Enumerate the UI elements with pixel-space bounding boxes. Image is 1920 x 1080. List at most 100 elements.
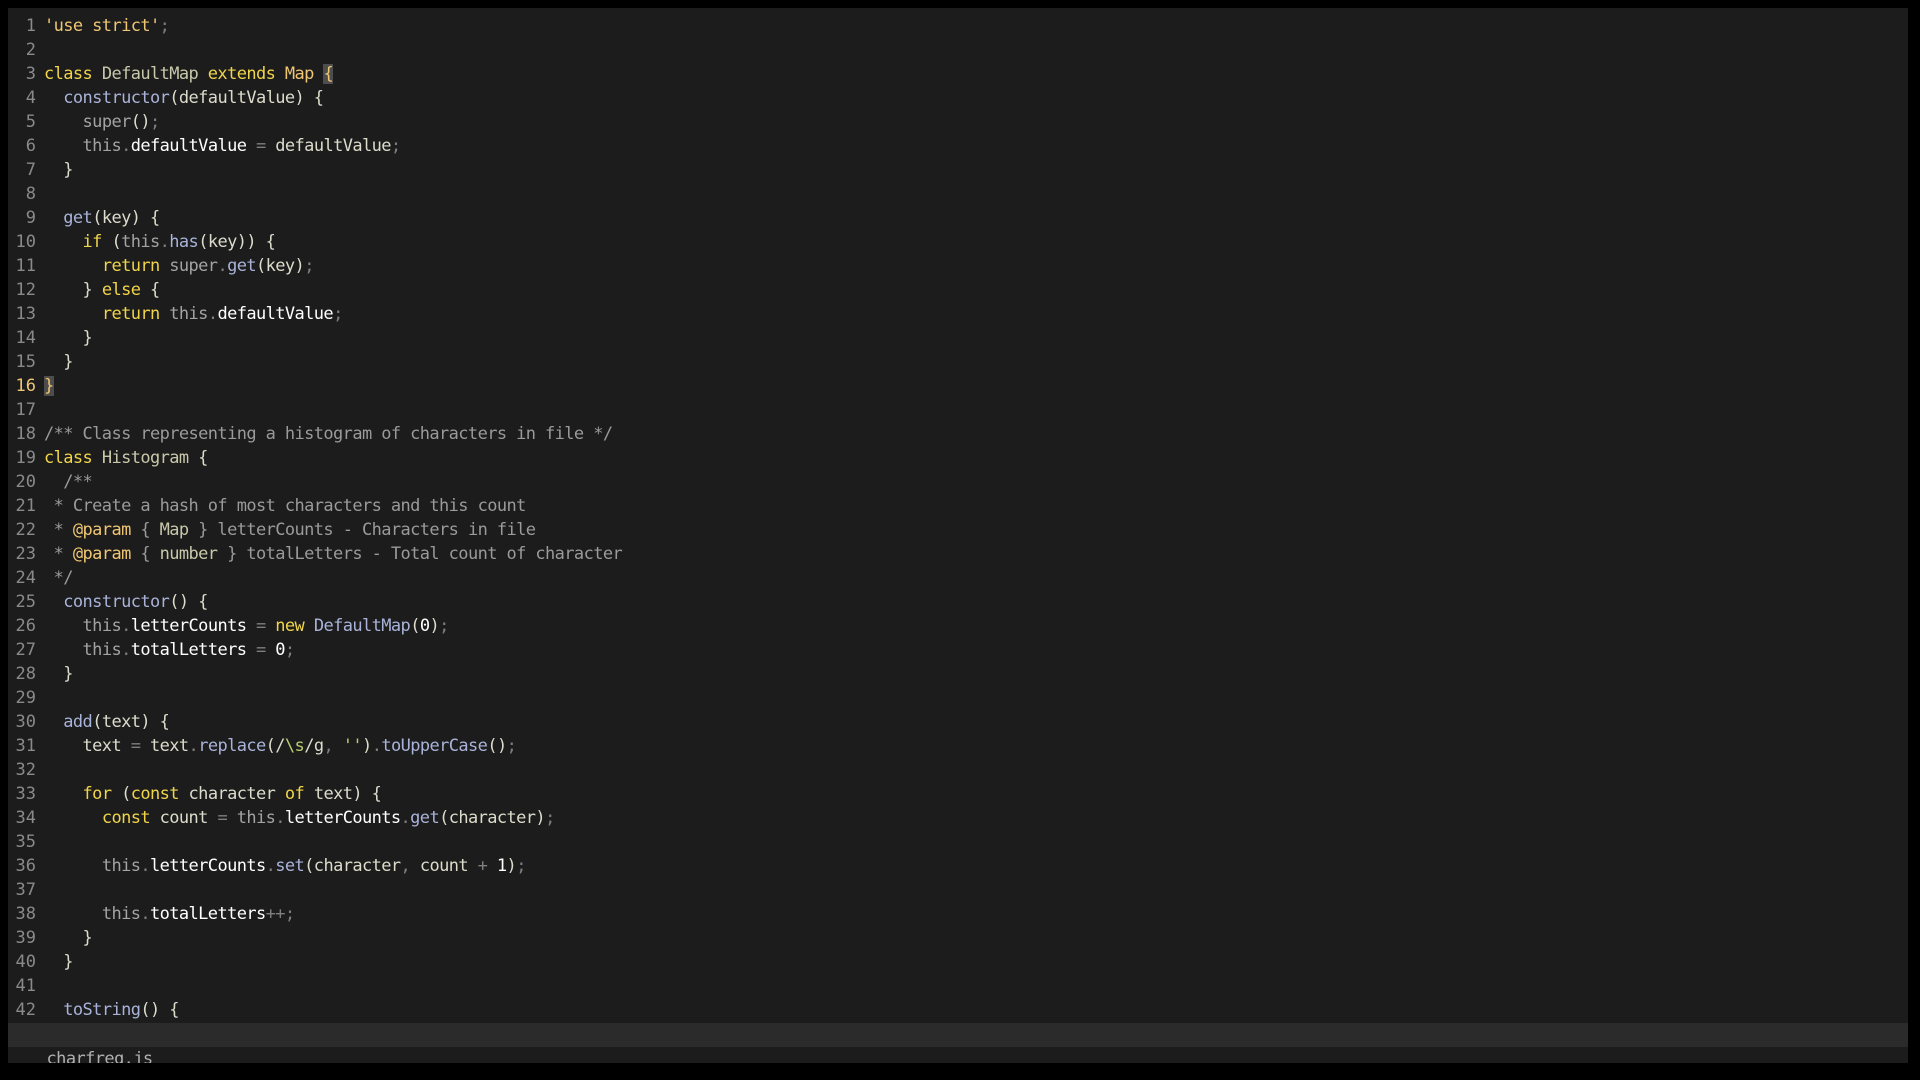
code-token: = xyxy=(256,640,276,660)
line-number: 6 xyxy=(25,136,36,156)
code-token: DefaultMap xyxy=(101,64,208,84)
code-line[interactable]: 19 class Histogram { xyxy=(8,446,1908,470)
code-line[interactable]: 1 'use strict'; xyxy=(8,14,1908,38)
code-line[interactable]: 38 this.totalLetters++; xyxy=(8,902,1908,926)
code-line[interactable]: 34 const count = this.letterCounts.get(c… xyxy=(8,806,1908,830)
line-text: /** xyxy=(44,470,93,494)
code-line[interactable]: 9 get(key) { xyxy=(8,206,1908,230)
code-token: ; xyxy=(159,16,170,36)
code-line[interactable]: 3 class DefaultMap extends Map { xyxy=(8,62,1908,86)
code-token: } xyxy=(44,664,73,684)
code-line[interactable]: 15 } xyxy=(8,350,1908,374)
code-token: ; xyxy=(284,640,295,660)
code-line[interactable]: 22 * @param { Map } letterCounts - Chara… xyxy=(8,518,1908,542)
code-line[interactable]: 35 xyxy=(8,830,1908,854)
code-line[interactable]: 28 } xyxy=(8,662,1908,686)
code-token: count xyxy=(159,808,218,828)
code-line[interactable]: 36 this.letterCounts.set(character, coun… xyxy=(8,854,1908,878)
code-line[interactable]: 2 xyxy=(8,38,1908,62)
code-token: . xyxy=(217,256,228,276)
code-token: 'use strict' xyxy=(44,16,160,36)
code-token: { xyxy=(130,520,160,540)
code-editor[interactable]: 1'use strict'; 2 3 class DefaultMap extends… xyxy=(8,8,1908,1063)
code-token: { xyxy=(198,448,208,468)
code-token: */ xyxy=(44,568,74,588)
code-line[interactable]: 13 return this.defaultValue; xyxy=(8,302,1908,326)
line-number: 32 xyxy=(15,760,36,780)
line-number: 37 xyxy=(15,880,36,900)
line-number: 25 xyxy=(15,592,36,612)
line-text: constructor() { xyxy=(44,590,208,614)
code-area[interactable]: 1'use strict'; 2 3 class DefaultMap extends… xyxy=(8,14,1908,1022)
code-line[interactable]: 14 } xyxy=(8,326,1908,350)
code-token: (key)) { xyxy=(198,232,276,252)
code-line[interactable]: 18 /** Class representing a histogram of … xyxy=(8,422,1908,446)
code-token: this xyxy=(169,304,208,324)
code-line[interactable]: 41 xyxy=(8,974,1908,998)
line-text: } xyxy=(44,326,93,350)
code-line[interactable]: 30 add(text) { xyxy=(8,710,1908,734)
code-line[interactable]: 17 xyxy=(8,398,1908,422)
code-line[interactable]: 26 this.letterCounts = new DefaultMap(0)… xyxy=(8,614,1908,638)
line-number: 40 xyxy=(15,952,36,972)
line-number: 5 xyxy=(25,112,36,132)
code-line[interactable]: 37 xyxy=(8,878,1908,902)
code-line[interactable]: 24 */ xyxy=(8,566,1908,590)
code-token: ; xyxy=(333,304,343,324)
line-text: return super.get(key); xyxy=(44,254,315,278)
code-line[interactable]: 31 text = text.replace(/\s/g, '').toUppe… xyxy=(8,734,1908,758)
code-line[interactable]: 10 if (this.has(key)) { xyxy=(8,230,1908,254)
code-token: replace xyxy=(198,736,266,756)
code-line[interactable]: 25 constructor() { xyxy=(8,590,1908,614)
line-text: } xyxy=(44,350,73,374)
code-token: } letterCounts - Characters in file xyxy=(188,520,536,540)
line-number: 26 xyxy=(15,616,36,636)
line-text: } xyxy=(44,158,73,182)
code-line[interactable]: 23 * @param { number } totalLetters - To… xyxy=(8,542,1908,566)
line-number: 34 xyxy=(15,808,36,828)
code-token: this xyxy=(121,232,160,252)
code-line[interactable]: 20 /** xyxy=(8,470,1908,494)
line-number: 11 xyxy=(15,256,36,276)
code-token: ; xyxy=(516,856,526,876)
code-token: ; xyxy=(545,808,555,828)
code-token: . xyxy=(140,904,150,924)
code-token: text xyxy=(150,736,189,756)
code-token: = xyxy=(130,736,150,756)
code-token: ; xyxy=(304,256,314,276)
code-token: this xyxy=(101,856,141,876)
line-number: 30 xyxy=(15,712,36,732)
code-line[interactable]: 6 this.defaultValue = defaultValue; xyxy=(8,134,1908,158)
code-line[interactable]: 11 return super.get(key); xyxy=(8,254,1908,278)
code-token: ) xyxy=(506,856,517,876)
code-line[interactable]: 29 xyxy=(8,686,1908,710)
code-line[interactable]: 27 this.totalLetters = 0; xyxy=(8,638,1908,662)
code-token: + xyxy=(477,856,497,876)
code-token: @param xyxy=(72,544,131,564)
code-line[interactable]: 40 } xyxy=(8,950,1908,974)
code-line[interactable]: 8 xyxy=(8,182,1908,206)
code-line[interactable]: 7 } xyxy=(8,158,1908,182)
line-text: this.letterCounts.set(character, count +… xyxy=(44,854,527,878)
line-text: } xyxy=(44,926,93,950)
code-line[interactable]: 21 * Create a hash of most characters an… xyxy=(8,494,1908,518)
code-line[interactable]: 12 } else { xyxy=(8,278,1908,302)
code-token: Map xyxy=(284,64,324,84)
code-line[interactable]: 33 for (const character of text) { xyxy=(8,782,1908,806)
code-token: Map xyxy=(159,520,190,540)
line-text: * Create a hash of most characters and t… xyxy=(44,494,527,518)
code-token: * Create a hash of most characters and t… xyxy=(44,496,527,516)
code-token: ; xyxy=(150,112,160,132)
code-line[interactable]: 4 constructor(defaultValue) { xyxy=(8,86,1908,110)
code-token: const xyxy=(101,808,160,828)
code-line[interactable]: 5 super(); xyxy=(8,110,1908,134)
code-line[interactable]: 39 } xyxy=(8,926,1908,950)
code-line[interactable]: 16} xyxy=(8,374,1908,398)
code-token: totalLetters xyxy=(150,904,266,924)
code-line[interactable]: 32 xyxy=(8,758,1908,782)
code-line[interactable]: 42 toString() { xyxy=(8,998,1908,1022)
